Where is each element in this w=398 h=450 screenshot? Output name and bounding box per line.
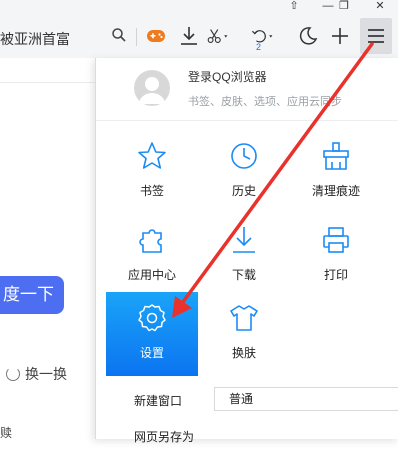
search-icon[interactable] (110, 26, 128, 44)
menu-divider (96, 120, 398, 121)
moon-icon[interactable] (296, 24, 320, 48)
scissors-icon[interactable] (205, 24, 229, 48)
refresh-label: 换一换 (25, 366, 67, 382)
menu-item-label: 打印 (323, 268, 348, 282)
restore-icon[interactable]: ❐ (336, 0, 352, 12)
login-title[interactable]: 登录QQ浏览器 (188, 68, 267, 85)
menu-item-history[interactable]: 历史 (198, 130, 290, 216)
menu-item-label: 应用中心 (127, 268, 176, 282)
login-subtitle: 书签、皮肤、选项、应用云同步 (188, 96, 342, 108)
toolbar-separator (136, 28, 137, 46)
page-text-fragment: 赎 (0, 426, 13, 440)
page-divider (0, 82, 95, 83)
browser-toolbar: 被亚洲首富 2 (0, 14, 398, 59)
menu-item-bookmarks[interactable]: 书签 (106, 130, 198, 216)
clock-icon (231, 143, 257, 169)
search-submit-button[interactable]: 度一下 (0, 276, 64, 314)
menu-item-settings[interactable]: 设置 (106, 292, 198, 376)
menu-item-label: 换肤 (231, 346, 256, 360)
shirt-icon (230, 305, 258, 331)
menu-item-print[interactable]: 打印 (290, 214, 382, 300)
broom-icon (323, 142, 349, 170)
undo-icon[interactable] (250, 24, 274, 48)
browser-main-menu: 登录QQ浏览器 书签、皮肤、选项、应用云同步 书签 历史 清理痕迹 应用中心 下… (95, 58, 398, 444)
main-menu-button[interactable] (360, 18, 392, 54)
printer-icon (323, 227, 349, 253)
menu-item-label: 历史 (231, 184, 256, 198)
gear-icon (138, 304, 166, 332)
menu-item-app-center[interactable]: 应用中心 (106, 214, 198, 300)
new-window-mode-select[interactable]: 普通 (214, 387, 398, 411)
minimize-icon[interactable]: — (320, 0, 336, 12)
new-window-row: 新建窗口 普通 (96, 384, 398, 414)
save-page-row: 网页另存为 (96, 420, 398, 450)
menu-item-label: 下载 (231, 268, 256, 282)
menu-item-clear-traces[interactable]: 清理痕迹 (290, 130, 382, 216)
download-icon (233, 227, 255, 253)
avatar[interactable] (134, 70, 170, 106)
puzzle-icon (139, 229, 162, 253)
menu-item-label: 书签 (139, 184, 164, 198)
menu-icon (368, 29, 384, 43)
menu-item-downloads[interactable]: 下载 (198, 214, 290, 300)
menu-item-label: 清理痕迹 (311, 184, 360, 198)
refresh-suggestions-link[interactable]: 换一换 (6, 364, 67, 384)
new-window-label[interactable]: 新建窗口 (134, 392, 182, 409)
window-titlebar: ⇧ — ❐ ✕ (0, 0, 398, 14)
star-icon (138, 142, 166, 169)
plus-icon[interactable] (328, 24, 352, 48)
user-icon (139, 77, 165, 104)
refresh-icon (6, 367, 20, 381)
menu-item-label: 设置 (139, 346, 164, 360)
undo-count-badge: 2 (256, 42, 262, 52)
address-bar-text[interactable]: 被亚洲首富 (0, 29, 70, 49)
pin-icon[interactable]: ⇧ (286, 0, 302, 12)
download-icon[interactable] (177, 24, 201, 48)
close-icon[interactable]: ✕ (372, 0, 388, 12)
save-page-as-label[interactable]: 网页另存为 (134, 428, 194, 445)
game-icon[interactable] (144, 24, 168, 48)
menu-item-skin[interactable]: 换肤 (198, 292, 290, 378)
